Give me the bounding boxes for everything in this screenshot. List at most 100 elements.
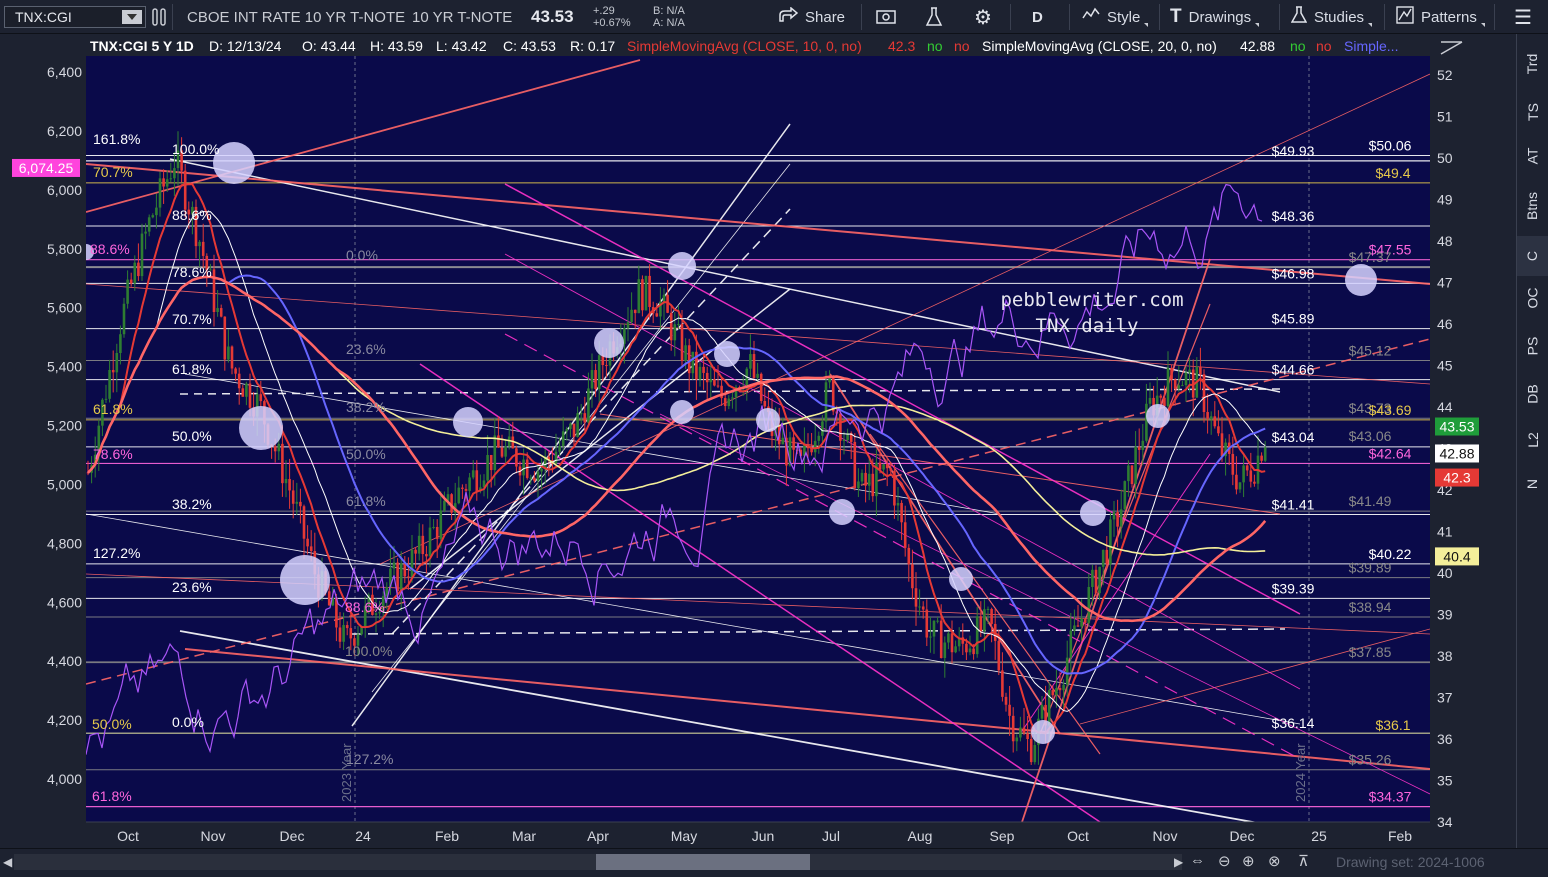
fib-label-mid: 38.2% — [346, 399, 386, 415]
sidebar-tab-btns[interactable]: Btns — [1517, 186, 1548, 226]
candle-body — [126, 279, 129, 304]
sidebar-tab-label: AT — [1524, 147, 1541, 165]
fib-label: 88.6% — [90, 241, 130, 257]
fit-icon[interactable]: ⊼ — [1298, 852, 1309, 870]
candle-body — [201, 241, 205, 256]
chevron-down-icon[interactable] — [122, 10, 142, 24]
candle-body — [234, 368, 237, 374]
candle-body — [662, 294, 666, 302]
candle-body — [1130, 465, 1134, 485]
symbol-text: TNX:CGI — [15, 9, 72, 25]
candle-body — [417, 535, 421, 554]
price-chart[interactable]: $49.93 $50.06$49.4$48.36$47.55$47.37$46.9… — [0, 34, 1513, 848]
candle-body — [723, 398, 727, 407]
candle-body — [1231, 453, 1235, 475]
candle-body — [691, 351, 695, 374]
share-button[interactable]: Share — [778, 0, 845, 34]
snapshot-icon[interactable] — [876, 0, 896, 34]
candle-body — [932, 620, 936, 637]
candle-body — [515, 448, 518, 467]
candle-body — [677, 323, 680, 325]
candle-body — [857, 481, 860, 489]
candle-body — [687, 345, 691, 374]
expand-icon[interactable]: ⇔ — [1190, 852, 1205, 869]
sidebar-tab-at[interactable]: AT — [1517, 136, 1548, 176]
candle-body — [781, 437, 785, 445]
candle-body — [338, 627, 342, 642]
right-axis-tick-label: 36 — [1437, 731, 1453, 747]
zoom-out-icon[interactable]: ⊖ — [1218, 852, 1231, 870]
time-axis-tick-label: Apr — [587, 828, 609, 844]
candle-body — [824, 382, 828, 422]
sidebar-tab-ts[interactable]: TS — [1517, 92, 1548, 132]
candle-body — [497, 435, 500, 448]
level-price-label: $49.4 — [1375, 165, 1410, 181]
studies-flask-icon — [1290, 5, 1308, 29]
symbol-selector[interactable]: TNX:CGI — [4, 6, 146, 28]
candle-body — [399, 563, 403, 591]
last-price: 43.53 — [531, 7, 574, 26]
candle-body — [464, 488, 468, 491]
sidebar-tab-trd[interactable]: Trd — [1517, 44, 1548, 84]
level-price-label: $38.94 — [1349, 599, 1392, 615]
patterns-button[interactable]: Patterns — [1396, 0, 1485, 34]
candle-body — [198, 241, 201, 247]
period-button[interactable]: D — [1032, 0, 1043, 34]
sidebar-tab-db[interactable]: DB — [1517, 374, 1548, 414]
candle-body — [900, 502, 903, 523]
candle-body — [529, 477, 533, 479]
scroll-thumb[interactable] — [596, 854, 810, 870]
resize-diagonal-icon[interactable] — [1440, 41, 1463, 55]
candle-body — [594, 370, 597, 390]
candle-body — [871, 473, 875, 497]
candle-body — [299, 501, 302, 507]
level-price-label: $41.41 — [1272, 496, 1315, 512]
candle-body — [306, 538, 309, 547]
scroll-left-arrow-icon[interactable]: ◀ — [3, 855, 12, 869]
sma10-marker: 42.3 — [1443, 470, 1470, 486]
candle-body — [223, 316, 227, 360]
candle-body — [572, 423, 576, 438]
candle-body — [1220, 433, 1224, 457]
candle-body — [162, 178, 165, 187]
sidebar-tab-ps[interactable]: PS — [1517, 326, 1548, 366]
sidebar-tab-c[interactable]: C — [1517, 236, 1548, 276]
candle-body — [587, 388, 590, 423]
fib-label: 70.7% — [93, 164, 133, 180]
candle-body — [1245, 465, 1249, 471]
zoom-in-icon[interactable]: ⊕ — [1242, 852, 1255, 870]
right-axis-tick-label: 44 — [1437, 399, 1453, 415]
menu-icon[interactable]: ☰ — [1514, 0, 1532, 34]
candle-body — [439, 510, 443, 539]
sidebar-tab-label: Btns — [1524, 191, 1541, 221]
sidebar-tab-n[interactable]: N — [1517, 464, 1548, 504]
sidebar-tab-oc[interactable]: OC — [1517, 278, 1548, 318]
level-price-label: $45.89 — [1272, 311, 1315, 327]
candle-body — [1163, 397, 1166, 407]
gear-icon[interactable]: ⚙ — [974, 0, 992, 34]
candle-body — [1217, 426, 1220, 434]
zoom-reset-icon[interactable]: ⊗ — [1268, 852, 1281, 870]
drawings-button[interactable]: T Drawings — [1170, 0, 1260, 34]
candle-body — [522, 459, 525, 476]
link-icon[interactable] — [152, 0, 166, 34]
marker-circle — [756, 408, 780, 432]
candle-body — [1112, 512, 1116, 520]
candle-body — [749, 354, 752, 369]
top-toolbar: TNX:CGI CBOE INT RATE 10 YR T-NOTE 10 YR… — [0, 0, 1548, 34]
sidebar-tab-l2[interactable]: L2 — [1517, 420, 1548, 460]
candle-body — [140, 233, 144, 277]
chart-panel[interactable]: $49.93 $50.06 $49.4 $48.36 $47.55 $47.37 $46.9… — [0, 34, 1513, 848]
flask-icon[interactable] — [925, 0, 943, 34]
fib-label-mid: 50.0% — [346, 446, 386, 462]
candle-body — [1065, 657, 1069, 685]
candle-body — [1134, 446, 1137, 485]
scroll-right-arrow-icon[interactable]: ▶ — [1174, 855, 1183, 869]
style-button[interactable]: Style — [1082, 0, 1149, 34]
time-axis-tick-label: Nov — [201, 828, 226, 844]
text-tool-icon: T — [1170, 6, 1182, 27]
candle-body — [212, 269, 216, 313]
studies-button[interactable]: Studies — [1290, 0, 1373, 34]
candle-body — [1235, 474, 1238, 490]
right-axis-tick-label: 40 — [1437, 565, 1453, 581]
